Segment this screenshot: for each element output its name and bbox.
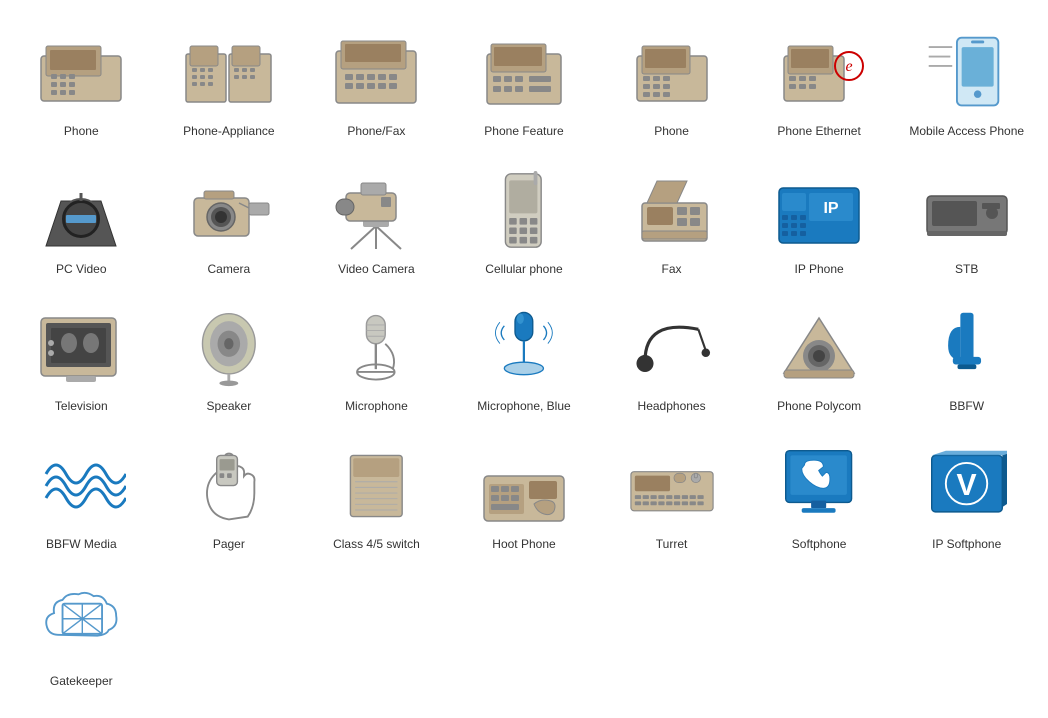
icon-fax bbox=[617, 166, 727, 256]
item-turret[interactable]: Turret bbox=[600, 433, 743, 561]
label-phone-polycom: Phone Polycom bbox=[777, 399, 861, 415]
label-phone2: Phone bbox=[654, 124, 689, 140]
item-speaker[interactable]: Speaker bbox=[158, 295, 301, 423]
label-hoot-phone: Hoot Phone bbox=[492, 537, 555, 553]
icon-turret bbox=[617, 441, 727, 531]
icon-phone-appliance bbox=[174, 28, 284, 118]
item-phone[interactable]: Phone bbox=[10, 20, 153, 148]
icon-video-camera bbox=[321, 166, 431, 256]
icon-pager bbox=[174, 441, 284, 531]
item-ip-phone[interactable]: IP IP Phone bbox=[748, 158, 891, 286]
item-hoot-phone[interactable]: Hoot Phone bbox=[453, 433, 596, 561]
item-pager[interactable]: Pager bbox=[158, 433, 301, 561]
icon-headphones bbox=[617, 303, 727, 393]
label-television: Television bbox=[55, 399, 108, 415]
icon-softphone bbox=[764, 441, 874, 531]
label-ip-softphone: IP Softphone bbox=[932, 537, 1001, 553]
icon-microphone-blue bbox=[469, 303, 579, 393]
label-pager: Pager bbox=[213, 537, 245, 553]
item-fax[interactable]: Fax bbox=[600, 158, 743, 286]
icon-phone-ethernet: e bbox=[764, 28, 874, 118]
label-stb: STB bbox=[955, 262, 978, 278]
label-phone-appliance: Phone-Appliance bbox=[183, 124, 274, 140]
item-microphone-blue[interactable]: Microphone, Blue bbox=[453, 295, 596, 423]
icon-pc-video bbox=[26, 166, 136, 256]
icon-ip-softphone: V bbox=[912, 441, 1022, 531]
item-headphones[interactable]: Headphones bbox=[600, 295, 743, 423]
item-bbfw[interactable]: BBFW bbox=[895, 295, 1038, 423]
item-camera[interactable]: Camera bbox=[158, 158, 301, 286]
label-speaker: Speaker bbox=[207, 399, 252, 415]
icon-camera bbox=[174, 166, 284, 256]
label-turret: Turret bbox=[656, 537, 688, 553]
label-cellular-phone: Cellular phone bbox=[485, 262, 562, 278]
icon-ip-phone: IP bbox=[764, 166, 874, 256]
label-pc-video: PC Video bbox=[56, 262, 106, 278]
item-television[interactable]: Television bbox=[10, 295, 153, 423]
icon-phone bbox=[26, 28, 136, 118]
svg-text:V: V bbox=[956, 469, 976, 502]
label-softphone: Softphone bbox=[792, 537, 847, 553]
svg-text:e: e bbox=[846, 58, 853, 75]
label-bbfw: BBFW bbox=[949, 399, 984, 415]
icon-grid: Phone bbox=[0, 0, 1048, 718]
svg-text:IP: IP bbox=[824, 200, 839, 217]
icon-hoot-phone bbox=[469, 441, 579, 531]
item-stb[interactable]: STB bbox=[895, 158, 1038, 286]
icon-cellular-phone bbox=[469, 166, 579, 256]
item-mobile-access-phone[interactable]: Mobile Access Phone bbox=[895, 20, 1038, 148]
item-ip-softphone[interactable]: V IP Softphone bbox=[895, 433, 1038, 561]
item-phone-ethernet[interactable]: e Phone Ethernet bbox=[748, 20, 891, 148]
item-cellular-phone[interactable]: Cellular phone bbox=[453, 158, 596, 286]
icon-bbfw-media bbox=[26, 441, 136, 531]
item-gatekeeper[interactable]: Gatekeeper bbox=[10, 570, 153, 698]
icon-phone-feature bbox=[469, 28, 579, 118]
icon-television bbox=[26, 303, 136, 393]
item-bbfw-media[interactable]: BBFW Media bbox=[10, 433, 153, 561]
icon-microphone bbox=[321, 303, 431, 393]
label-fax: Fax bbox=[662, 262, 682, 278]
icon-stb bbox=[912, 166, 1022, 256]
icon-gatekeeper bbox=[26, 578, 136, 668]
label-microphone: Microphone bbox=[345, 399, 408, 415]
label-ip-phone: IP Phone bbox=[795, 262, 844, 278]
icon-phone2 bbox=[617, 28, 727, 118]
icon-class-switch bbox=[321, 441, 431, 531]
label-class-switch: Class 4/5 switch bbox=[333, 537, 420, 553]
item-phone-feature[interactable]: Phone Feature bbox=[453, 20, 596, 148]
label-headphones: Headphones bbox=[638, 399, 706, 415]
icon-bbfw bbox=[912, 303, 1022, 393]
item-microphone[interactable]: Microphone bbox=[305, 295, 448, 423]
label-microphone-blue: Microphone, Blue bbox=[477, 399, 570, 415]
label-mobile-access-phone: Mobile Access Phone bbox=[909, 124, 1024, 140]
label-bbfw-media: BBFW Media bbox=[46, 537, 117, 553]
label-camera: Camera bbox=[208, 262, 251, 278]
label-gatekeeper: Gatekeeper bbox=[50, 674, 113, 690]
label-phone-ethernet: Phone Ethernet bbox=[777, 124, 860, 140]
label-phone-fax: Phone/Fax bbox=[347, 124, 405, 140]
label-phone: Phone bbox=[64, 124, 99, 140]
item-class-switch[interactable]: Class 4/5 switch bbox=[305, 433, 448, 561]
icon-mobile-access-phone bbox=[912, 28, 1022, 118]
label-video-camera: Video Camera bbox=[338, 262, 415, 278]
item-phone-appliance[interactable]: Phone-Appliance bbox=[158, 20, 301, 148]
icon-phone-fax bbox=[321, 28, 431, 118]
label-phone-feature: Phone Feature bbox=[484, 124, 563, 140]
item-phone-polycom[interactable]: Phone Polycom bbox=[748, 295, 891, 423]
item-phone2[interactable]: Phone bbox=[600, 20, 743, 148]
item-pc-video[interactable]: PC Video bbox=[10, 158, 153, 286]
icon-phone-polycom bbox=[764, 303, 874, 393]
item-phone-fax[interactable]: Phone/Fax bbox=[305, 20, 448, 148]
icon-speaker bbox=[174, 303, 284, 393]
item-video-camera[interactable]: Video Camera bbox=[305, 158, 448, 286]
item-softphone[interactable]: Softphone bbox=[748, 433, 891, 561]
